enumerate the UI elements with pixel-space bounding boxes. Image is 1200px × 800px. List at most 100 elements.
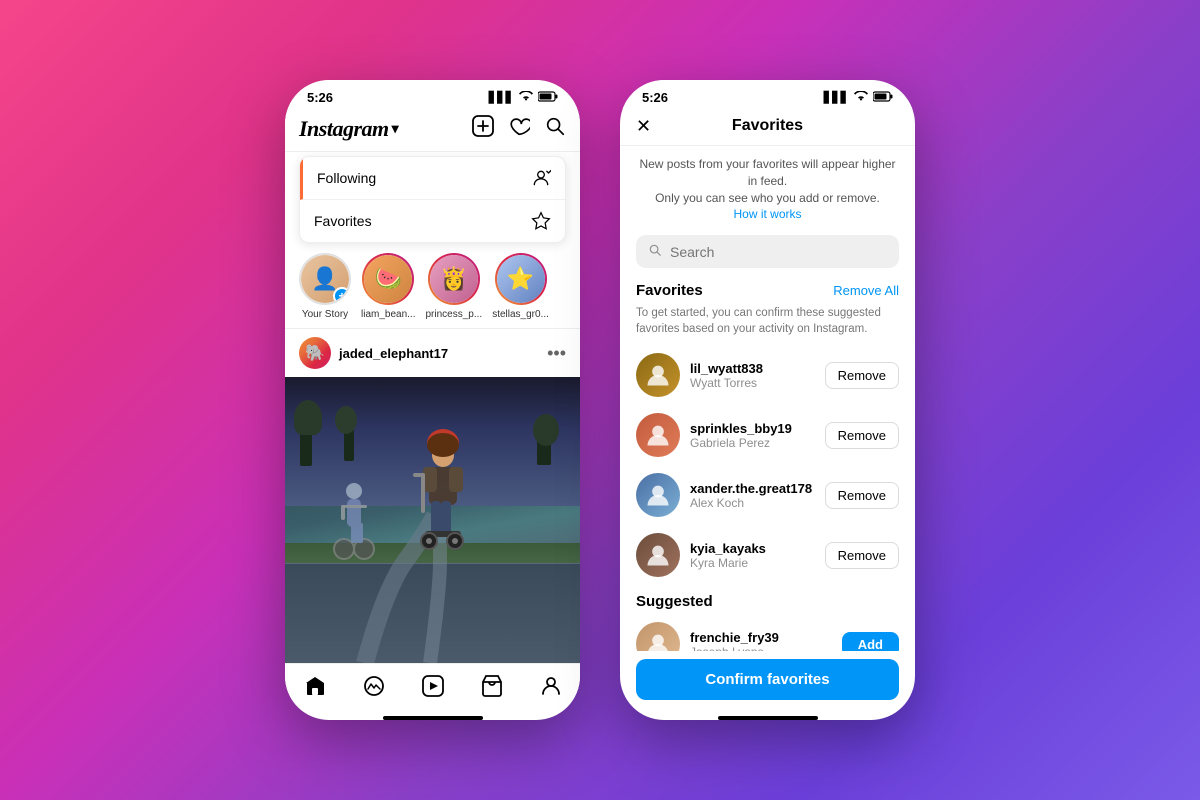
remove-all-btn[interactable]: Remove All	[833, 283, 899, 298]
how-it-works-link[interactable]: How it works	[733, 207, 801, 221]
story-princess-label: princess_p...	[425, 309, 482, 320]
favorites-section-title: Favorites	[636, 282, 703, 299]
user-avatar-sprinkles	[636, 413, 680, 457]
home-indicator-right	[718, 716, 818, 720]
nav-home-icon[interactable]	[303, 674, 327, 704]
info-text-line1: New posts from your favorites will appea…	[639, 157, 895, 205]
app-header-left: Instagram ▾	[285, 109, 580, 152]
user-item-frenchie: frenchie_fry39 Joseph Lyons Add	[620, 614, 915, 651]
post-user: 🐘 jaded_elephant17	[299, 337, 448, 369]
remove-sprinkles-btn[interactable]: Remove	[825, 422, 899, 449]
battery-icon	[538, 91, 558, 105]
bottom-nav	[285, 663, 580, 712]
user-item-wyatt: lil_wyatt838 Wyatt Torres Remove	[620, 345, 915, 405]
following-label: Following	[317, 170, 376, 186]
instagram-logo: Instagram ▾	[299, 116, 399, 142]
search-icon[interactable]	[544, 115, 566, 143]
user-name-xander: Alex Koch	[690, 496, 815, 510]
your-story-avatar: 👤 +	[299, 253, 351, 305]
post-header: 🐘 jaded_elephant17 •••	[285, 329, 580, 377]
status-time-right: 5:26	[642, 90, 668, 105]
user-name-wyatt: Wyatt Torres	[690, 376, 815, 390]
story-stella-label: stellas_gr0...	[492, 309, 549, 320]
search-icon-r	[648, 243, 662, 260]
status-icons-left: ▋▋▋	[489, 91, 558, 105]
suggested-section-title: Suggested	[620, 585, 915, 614]
wifi-icon-r	[854, 91, 868, 105]
stories-row: 👤 + Your Story 🍉 liam_bean... 👸 princess…	[285, 243, 580, 329]
status-bar-right: 5:26 ▋▋▋	[620, 80, 915, 109]
user-handle-kyia: kyia_kayaks	[690, 541, 815, 556]
user-avatar-frenchie	[636, 622, 680, 651]
right-phone: 5:26 ▋▋▋ ✕ Favorites New posts from your…	[620, 80, 915, 720]
user-info-xander: xander.the.great178 Alex Koch	[690, 481, 815, 510]
favorites-icon	[531, 211, 551, 231]
signal-icon-r: ▋▋▋	[824, 91, 849, 104]
nav-reels-icon[interactable]	[421, 674, 445, 704]
user-avatar-xander	[636, 473, 680, 517]
confirm-favorites-btn[interactable]: Confirm favorites	[636, 659, 899, 700]
nav-messenger-icon[interactable]	[362, 674, 386, 704]
post-username: jaded_elephant17	[339, 346, 448, 361]
heart-icon[interactable]	[508, 115, 530, 143]
nav-profile-icon[interactable]	[539, 674, 563, 704]
favorites-section-header: Favorites Remove All	[620, 278, 915, 303]
scooter-person-svg	[403, 423, 483, 583]
post-more-btn[interactable]: •••	[547, 343, 566, 364]
battery-icon-r	[873, 91, 893, 105]
user-item-kyia: kyia_kayaks Kyra Marie Remove	[620, 525, 915, 585]
signal-icon: ▋▋▋	[489, 91, 514, 104]
user-handle-wyatt: lil_wyatt838	[690, 361, 815, 376]
story-liam-label: liam_bean...	[361, 309, 415, 320]
wifi-icon	[519, 91, 533, 105]
dropdown-favorites[interactable]: Favorites	[300, 200, 565, 242]
story-liam[interactable]: 🍉 liam_bean...	[361, 253, 415, 320]
user-handle-xander: xander.the.great178	[690, 481, 815, 496]
nav-shop-icon[interactable]	[480, 674, 504, 704]
user-item-xander: xander.the.great178 Alex Koch Remove	[620, 465, 915, 525]
app-header-right: ✕ Favorites	[620, 109, 915, 146]
status-bar-left: 5:26 ▋▋▋	[285, 80, 580, 109]
story-stella[interactable]: ⭐ stellas_gr0...	[492, 253, 549, 320]
dropdown-following[interactable]: Following	[300, 157, 565, 200]
remove-xander-btn[interactable]: Remove	[825, 482, 899, 509]
story-your[interactable]: 👤 + Your Story	[299, 253, 351, 320]
user-handle-sprinkles: sprinkles_bby19	[690, 421, 815, 436]
user-name-sprinkles: Gabriela Perez	[690, 436, 815, 450]
user-handle-frenchie: frenchie_fry39	[690, 630, 832, 645]
user-info-kyia: kyia_kayaks Kyra Marie	[690, 541, 815, 570]
close-button[interactable]: ✕	[636, 116, 651, 137]
following-icon	[531, 168, 551, 188]
favorites-label: Favorites	[314, 213, 372, 229]
user-info-sprinkles: sprinkles_bby19 Gabriela Perez	[690, 421, 815, 450]
user-info-frenchie: frenchie_fry39 Joseph Lyons	[690, 630, 832, 651]
add-frenchie-btn[interactable]: Add	[842, 632, 899, 651]
user-avatar-kyia	[636, 533, 680, 577]
user-list: lil_wyatt838 Wyatt Torres Remove sprinkl…	[620, 345, 915, 651]
user-item-sprinkles: sprinkles_bby19 Gabriela Perez Remove	[620, 405, 915, 465]
status-time-left: 5:26	[307, 90, 333, 105]
user-name-kyia: Kyra Marie	[690, 556, 815, 570]
post-image	[285, 377, 580, 663]
story-your-label: Your Story	[302, 309, 348, 320]
user-name-frenchie: Joseph Lyons	[690, 645, 832, 651]
remove-kyia-btn[interactable]: Remove	[825, 542, 899, 569]
left-phone: 5:26 ▋▋▋ Instagram ▾	[285, 80, 580, 720]
search-input[interactable]	[670, 244, 887, 260]
add-icon[interactable]	[472, 115, 494, 143]
feed-dropdown: Following Favorites	[299, 156, 566, 243]
road-scene	[285, 377, 580, 663]
header-icons	[472, 115, 566, 143]
search-bar[interactable]	[636, 235, 899, 268]
status-icons-right: ▋▋▋	[824, 91, 893, 105]
info-section: New posts from your favorites will appea…	[620, 146, 915, 229]
story-princess[interactable]: 👸 princess_p...	[425, 253, 482, 320]
favorites-section-desc: To get started, you can confirm these su…	[620, 303, 915, 345]
user-avatar-wyatt	[636, 353, 680, 397]
post-avatar: 🐘	[299, 337, 331, 369]
home-indicator-left	[383, 716, 483, 720]
user-info-wyatt: lil_wyatt838 Wyatt Torres	[690, 361, 815, 390]
logo-text: Instagram	[299, 116, 389, 142]
remove-wyatt-btn[interactable]: Remove	[825, 362, 899, 389]
logo-chevron[interactable]: ▾	[392, 121, 399, 138]
